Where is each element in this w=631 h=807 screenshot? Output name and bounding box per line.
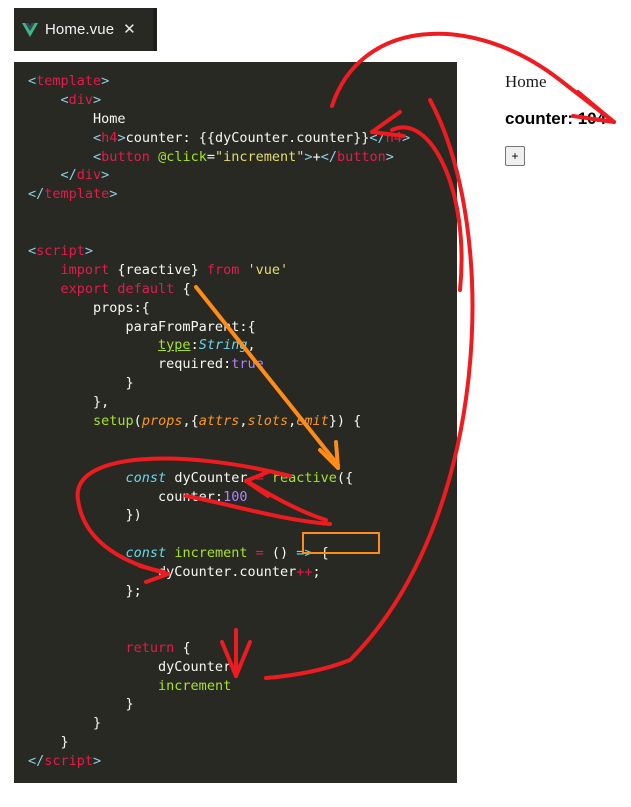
code-line: }, xyxy=(28,394,110,411)
code-line: <template> xyxy=(28,73,110,89)
code-line: return { xyxy=(125,639,191,656)
code-line: </script> xyxy=(28,753,102,770)
code-line: <h4>counter: {{dyCounter.counter}}</h4> xyxy=(93,129,411,146)
code-line: }) xyxy=(28,507,142,524)
close-icon[interactable]: ✕ xyxy=(123,22,136,37)
code-line: props:{ xyxy=(28,299,150,316)
code-editor-panel[interactable]: <template> <div> Home <h4>counter: {{dyC… xyxy=(14,62,457,783)
code-line: counter:100 xyxy=(28,488,248,505)
code-line: setup(props,{attrs,slots,emit}) { xyxy=(93,413,362,430)
tab-strip-edge xyxy=(153,8,157,51)
code-content[interactable]: <template> <div> Home <h4>counter: {{dyC… xyxy=(28,72,410,771)
vue-logo-icon xyxy=(22,22,38,37)
code-line: type:String, xyxy=(158,337,256,354)
code-line: paraFromParent:{ xyxy=(28,318,256,335)
code-line: } xyxy=(28,715,102,732)
code-line: <script> xyxy=(28,243,94,260)
preview-counter-text: counter: 104 xyxy=(505,109,607,128)
code-line: } xyxy=(28,734,69,751)
code-line: <button @click="increment">+</button> xyxy=(93,148,394,165)
code-line: } xyxy=(28,375,134,392)
code-line: } xyxy=(28,696,134,713)
code-line: import {reactive} from 'vue' xyxy=(60,261,289,278)
tab-filename[interactable]: Home.vue xyxy=(45,21,114,38)
reactive-highlight-box xyxy=(302,532,380,554)
code-line: dyCounter, xyxy=(28,658,240,675)
increment-button[interactable]: + xyxy=(505,146,525,166)
browser-preview: Home counter: 104 + xyxy=(505,72,631,166)
editor-tab-bar: Home.vue ✕ xyxy=(14,8,157,51)
code-line: </template> xyxy=(28,186,118,203)
code-line: required:true xyxy=(28,356,264,373)
code-line: const dyCounter = reactive({ xyxy=(125,469,354,486)
code-line: dyCounter.counter++; xyxy=(28,564,321,581)
code-line: }; xyxy=(28,583,142,600)
code-line: <div> xyxy=(60,91,102,108)
code-line: </div> xyxy=(60,167,110,184)
preview-heading: Home xyxy=(505,72,547,91)
code-line: increment xyxy=(158,677,232,694)
code-line: Home xyxy=(28,110,126,127)
code-line: export default { xyxy=(60,280,191,297)
